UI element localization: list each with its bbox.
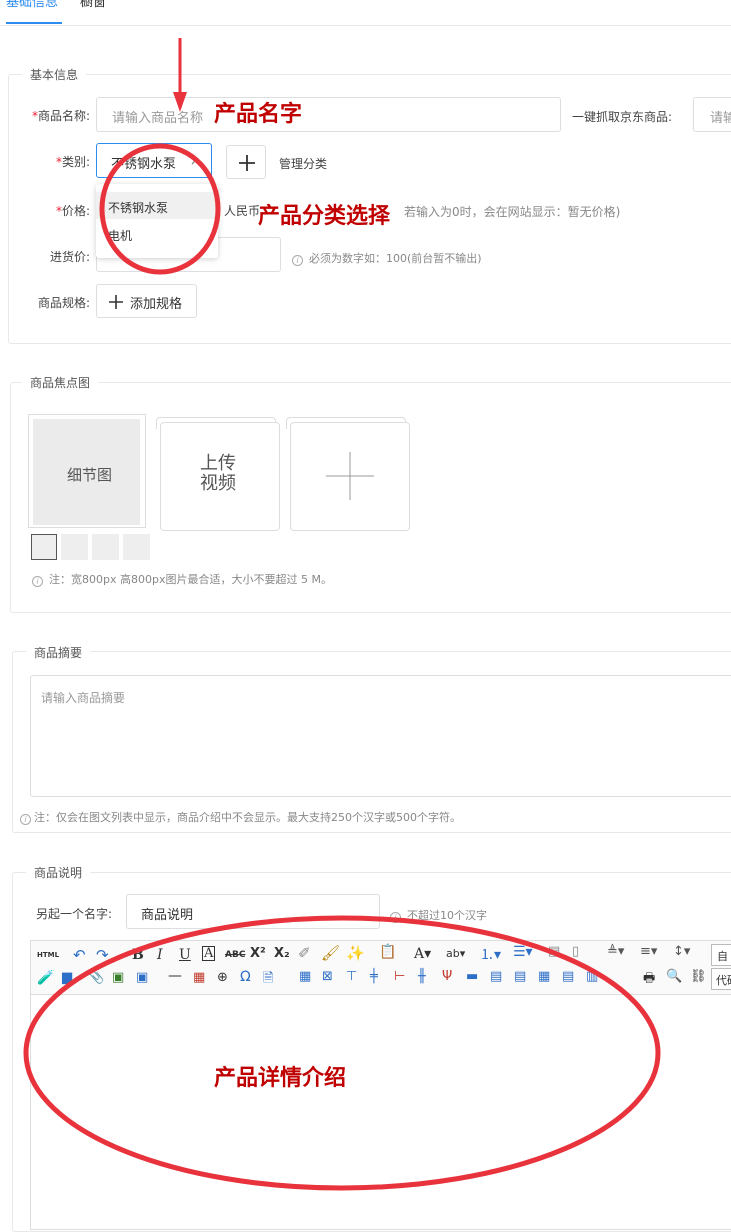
- annotation-overlay: [23, 38, 661, 1191]
- annotation-product-name: 产品名字: [214, 102, 303, 127]
- annotation-ellipse-detail: [23, 915, 661, 1191]
- annotation-circle-category: [99, 143, 221, 275]
- annotation-arrow-head-icon: [173, 92, 187, 112]
- annotation-product-detail: 产品详情介绍: [214, 1066, 347, 1091]
- annotation-category-select: 产品分类选择: [258, 204, 391, 229]
